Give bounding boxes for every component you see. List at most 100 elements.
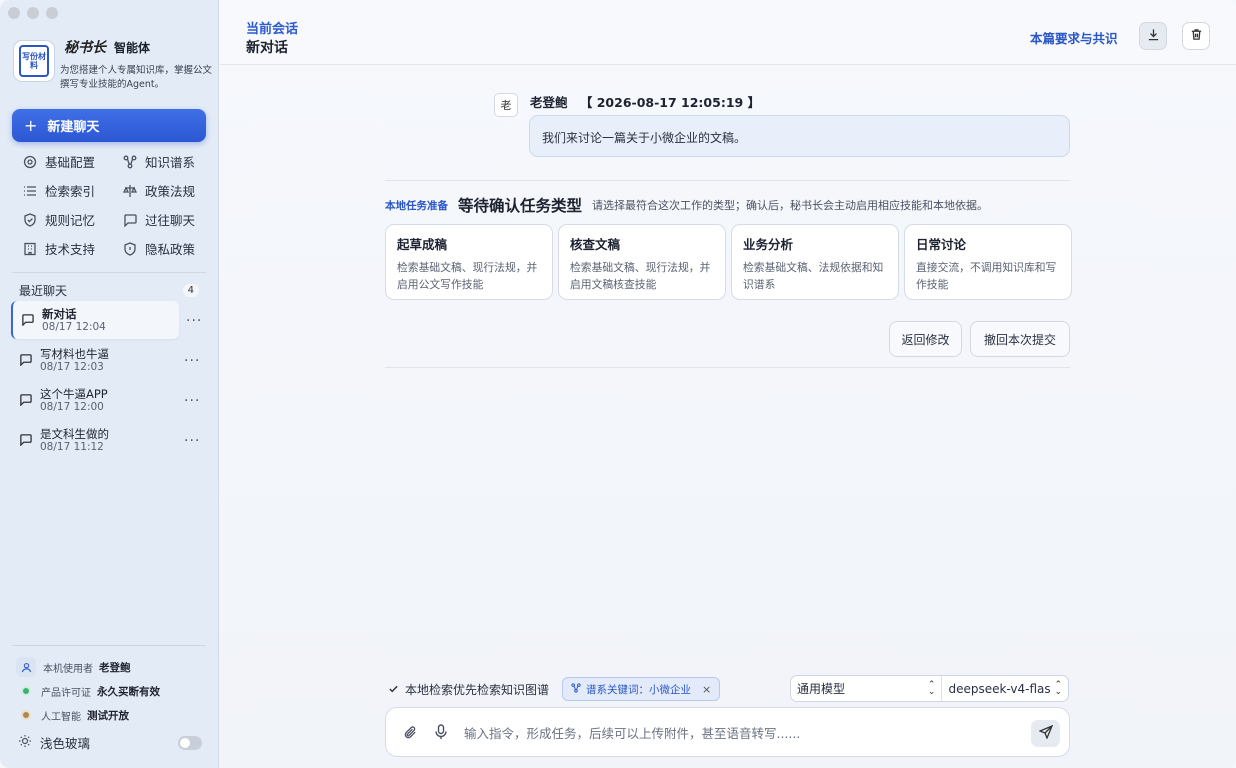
plus-icon: + <box>24 116 38 135</box>
sidebar-menu: 基础配置 知识谱系 检索索引 政策法规 规则记忆 过往聊天 技术支持 隐私政策 <box>22 151 212 259</box>
message-timestamp: 【 2026-08-17 12:05:19 】 <box>579 95 761 110</box>
card-description: 检索基础文稿、现行法规，并启用文稿核查技能 <box>570 261 711 291</box>
sidebar-item-privacy[interactable]: 隐私政策 <box>122 238 212 259</box>
model-name-select[interactable]: deepseek-v4-flas ⌃ ⌄ <box>942 676 1068 701</box>
sidebar-footer-info: 本机使用者 老登鲍 产品许可证 永久买断有效 人工智能 测试开放 <box>16 655 206 727</box>
recent-chats-count: 4 <box>182 284 199 297</box>
chat-date: 08/17 11:12 <box>40 440 104 453</box>
sidebar-item-label: 检索索引 <box>45 184 96 199</box>
close-window-button[interactable] <box>8 7 20 19</box>
attach-button[interactable] <box>403 725 418 743</box>
sidebar-item-label: 隐私政策 <box>145 242 196 257</box>
minimize-window-button[interactable] <box>27 7 39 19</box>
sidebar-item-search-index[interactable]: 检索索引 <box>22 180 122 201</box>
shield-icon <box>122 241 138 257</box>
requirements-link[interactable]: 本篇要求与共识 <box>1030 28 1118 47</box>
list-icon <box>22 183 38 199</box>
model-selectors: 通用模型 ⌃ ⌄ deepseek-v4-flas ⌃ ⌄ <box>790 675 1069 702</box>
gear-icon <box>22 154 38 170</box>
revoke-submit-button[interactable]: 撤回本次提交 <box>970 321 1070 357</box>
voice-button[interactable] <box>434 724 448 743</box>
microphone-icon <box>434 724 448 743</box>
graph-priority-checkbox[interactable]: 本地检索优先检索知识图谱 <box>388 681 549 698</box>
chat-bubble-icon <box>19 433 33 447</box>
recent-chats-title: 最近聊天 <box>19 284 68 298</box>
brand-description: 为您搭建个人专属知识库，掌握公文撰写专业技能的Agent。 <box>60 65 213 90</box>
avatar: 老 <box>494 93 518 117</box>
policy-icon <box>122 183 138 199</box>
task-actions: 返回修改 撤回本次提交 <box>889 321 1070 357</box>
task-card-review[interactable]: 核查文稿 检索基础文稿、现行法规，并启用文稿核查技能 <box>558 224 726 300</box>
chat-bubble-icon <box>19 353 33 367</box>
card-title: 日常讨论 <box>916 237 967 252</box>
model-type-select[interactable]: 通用模型 ⌃ ⌄ <box>791 676 943 701</box>
download-button[interactable] <box>1139 22 1167 50</box>
trash-icon <box>1190 28 1203 44</box>
divider <box>385 180 1070 181</box>
message-author: 老登鲍 <box>530 95 568 110</box>
sidebar-item-rule-memory[interactable]: 规则记忆 <box>22 209 122 230</box>
sidebar-item-tech-support[interactable]: 技术支持 <box>22 238 122 259</box>
more-options-button[interactable]: ··· <box>186 313 202 329</box>
sidebar: 写份材料 秘书长 智能体 为您搭建个人专属知识库，掌握公文撰写专业技能的Agen… <box>0 0 219 768</box>
sidebar-divider <box>12 645 206 646</box>
chat-list-item[interactable]: 新对话 08/17 12:04 ··· <box>11 301 201 339</box>
paperclip-icon <box>403 726 418 743</box>
chat-bubble-icon <box>19 393 33 407</box>
sidebar-item-basic-config[interactable]: 基础配置 <box>22 151 122 172</box>
task-card-draft[interactable]: 起草成稿 检索基础文稿、现行法规，并启用公文写作技能 <box>385 224 553 300</box>
ai-value: 测试开放 <box>87 709 129 722</box>
sidebar-item-knowledge-graph[interactable]: 知识谱系 <box>122 151 212 172</box>
brand-script-name: 秘书长 <box>64 40 106 56</box>
message-input[interactable] <box>464 721 1024 745</box>
download-icon <box>1147 28 1160 44</box>
task-tag: 本地任务准备 <box>385 199 448 212</box>
user-row: 本机使用者 老登鲍 <box>16 655 206 679</box>
input-options: 本地检索优先检索知识图谱 谱系关键词：小微企业 × 通用模型 ⌃ ⌄ deepse… <box>385 675 1070 702</box>
sidebar-item-label: 技术支持 <box>45 242 96 257</box>
more-options-button[interactable]: ··· <box>184 433 200 449</box>
chat-list-item[interactable]: 写材料也牛逼 08/17 12:03 ··· <box>11 341 199 379</box>
card-description: 检索基础文稿、法规依据和知识谱系 <box>743 261 884 291</box>
main-panel: 当前会话 新对话 本篇要求与共识 老 老登鲍 【 2026-08-17 12:0… <box>220 0 1236 768</box>
more-options-button[interactable]: ··· <box>184 353 200 369</box>
chat-name: 新对话 <box>42 306 77 321</box>
card-title: 起草成稿 <box>397 237 448 252</box>
keyword-chip: 谱系关键词：小微企业 × <box>562 677 721 701</box>
updown-chevron-icon: ⌃ ⌄ <box>1054 679 1062 697</box>
check-icon <box>388 683 399 697</box>
chat-bubble-icon <box>21 313 35 327</box>
ai-status-dot <box>23 712 29 718</box>
task-card-discussion[interactable]: 日常讨论 直接交流，不调用知识库和写作技能 <box>904 224 1072 300</box>
chat-date: 08/17 12:00 <box>40 400 104 413</box>
checkbox-label: 本地检索优先检索知识图谱 <box>405 683 550 697</box>
window-controls <box>8 7 58 19</box>
chat-name: 是文科生做的 <box>40 426 109 441</box>
task-card-analysis[interactable]: 业务分析 检索基础文稿、法规依据和知识谱系 <box>731 224 899 300</box>
sidebar-item-past-chats[interactable]: 过往聊天 <box>122 209 212 230</box>
theme-row: 浅色玻璃 <box>18 733 202 752</box>
new-chat-button[interactable]: + 新建聊天 <box>12 109 206 142</box>
new-chat-label: 新建聊天 <box>47 120 100 135</box>
delete-button[interactable] <box>1182 22 1210 50</box>
model-name-value: deepseek-v4-flas <box>948 681 1051 696</box>
theme-toggle[interactable] <box>178 735 202 750</box>
app-window: 写份材料 秘书长 智能体 为您搭建个人专属知识库，掌握公文撰写专业技能的Agen… <box>0 0 1236 768</box>
sidebar-item-policy[interactable]: 政策法规 <box>122 180 212 201</box>
chat-list-item[interactable]: 是文科生做的 08/17 11:12 ··· <box>11 421 199 459</box>
license-status-dot <box>23 688 29 694</box>
divider <box>385 367 1070 368</box>
message-header: 老登鲍 【 2026-08-17 12:05:19 】 <box>530 92 760 111</box>
user-value: 老登鲍 <box>99 661 131 674</box>
user-key: 本机使用者 <box>43 663 93 675</box>
task-type-cards: 起草成稿 检索基础文稿、现行法规，并启用公文写作技能 核查文稿 检索基础文稿、现… <box>385 224 1072 300</box>
more-options-button[interactable]: ··· <box>184 393 200 409</box>
license-row: 产品许可证 永久买断有效 <box>16 679 206 703</box>
chat-date: 08/17 12:04 <box>42 320 106 333</box>
chat-list-item[interactable]: 这个牛逼APP 08/17 12:00 ··· <box>11 381 199 419</box>
logo-text: 写份材料 <box>19 45 49 77</box>
maximize-window-button[interactable] <box>46 7 58 19</box>
back-edit-button[interactable]: 返回修改 <box>889 321 962 357</box>
send-button[interactable] <box>1031 720 1060 747</box>
chip-remove-button[interactable]: × <box>702 683 711 696</box>
